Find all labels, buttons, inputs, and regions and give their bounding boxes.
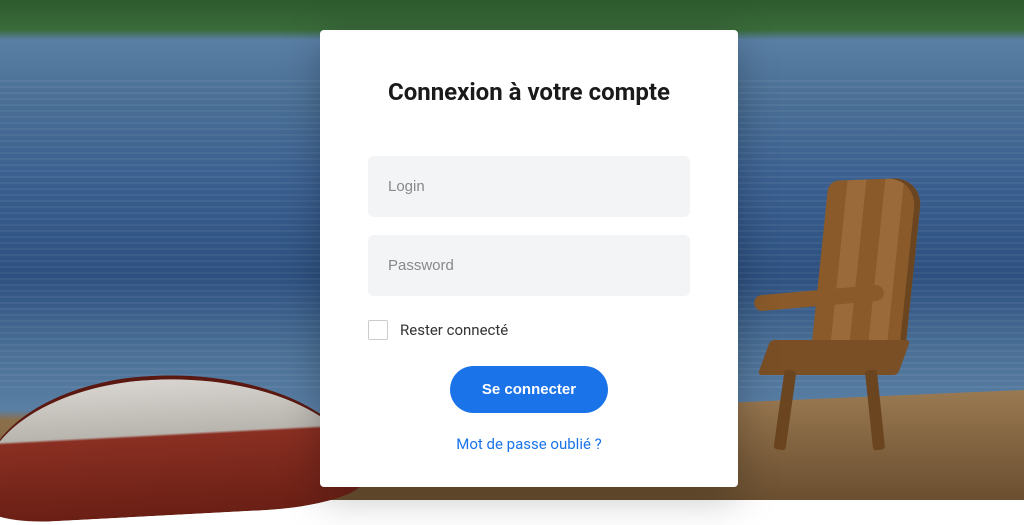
password-input[interactable] <box>368 235 690 296</box>
remember-label[interactable]: Rester connecté <box>400 321 508 339</box>
forgot-password-link[interactable]: Mot de passe oublié ? <box>368 435 690 453</box>
background-canoe <box>0 305 365 525</box>
background-chair <box>754 180 934 430</box>
login-card: Connexion à votre compte Rester connecté… <box>320 30 738 487</box>
login-title: Connexion à votre compte <box>368 78 690 106</box>
remember-row: Rester connecté <box>368 320 690 340</box>
remember-checkbox[interactable] <box>368 320 388 340</box>
submit-button[interactable]: Se connecter <box>450 366 608 413</box>
login-input[interactable] <box>368 156 690 217</box>
